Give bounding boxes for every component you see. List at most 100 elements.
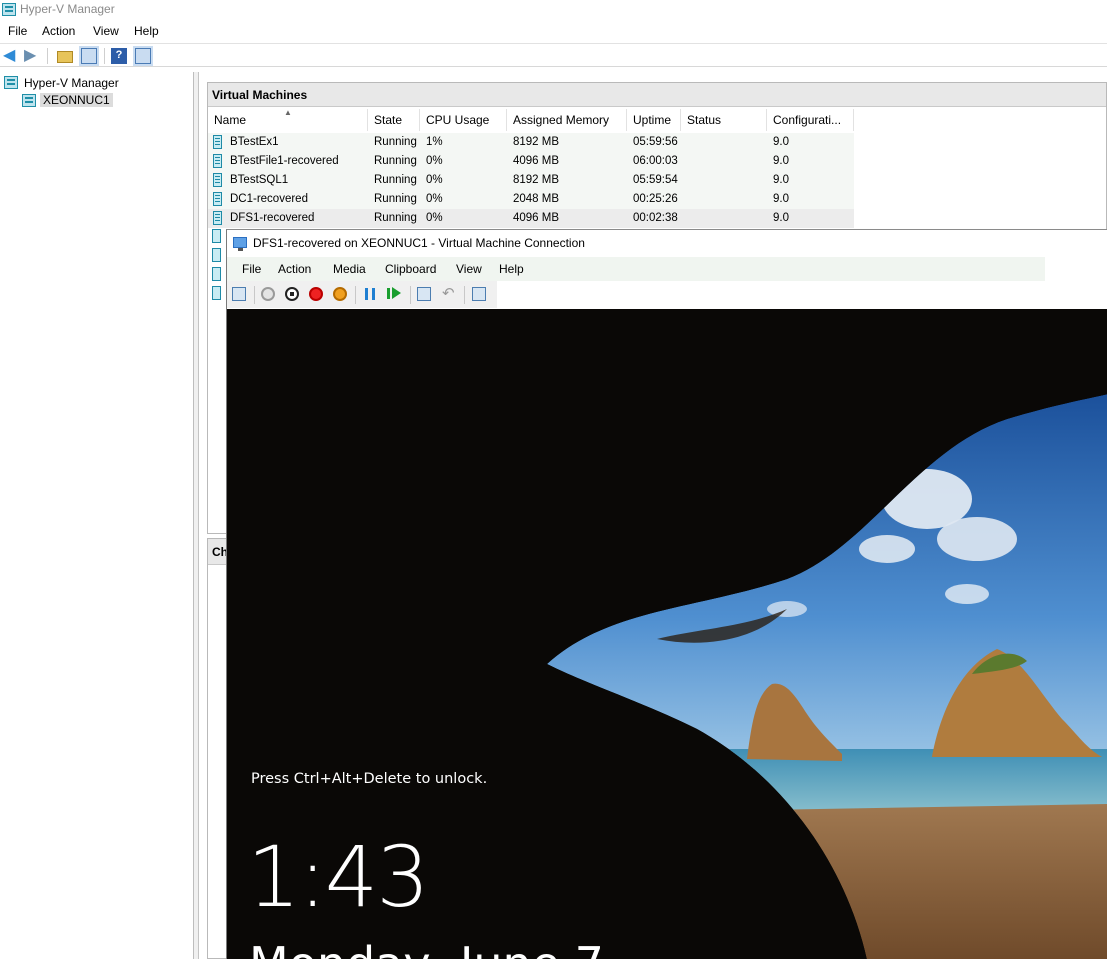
vm-memory: 4096 MB: [513, 212, 560, 224]
vm-uptime: 00:25:26: [633, 193, 678, 205]
table-row-selected[interactable]: DFS1-recovered Running 0% 4096 MB 00:02:…: [208, 209, 854, 228]
console-tree: Hyper-V Manager XEONNUC1: [0, 72, 194, 959]
ctrl-alt-del-icon[interactable]: [232, 287, 246, 301]
vmc-menu-view[interactable]: View: [456, 262, 482, 276]
virtual-machines-title: Virtual Machines: [212, 88, 308, 102]
vm-uptime: 05:59:56: [633, 136, 678, 148]
vm-name: BTestSQL1: [230, 174, 289, 186]
vm-cpu: 0%: [426, 193, 443, 205]
vm-screen[interactable]: Press Ctrl+Alt+Delete to unlock. 1:43 Mo…: [227, 309, 1107, 959]
vm-icon: [213, 135, 222, 149]
table-row[interactable]: BTestEx1 Running 1% 8192 MB 05:59:56 9.0: [208, 133, 854, 152]
vm-cpu: 0%: [426, 212, 443, 224]
action-pane-icon[interactable]: [135, 48, 151, 64]
column-status[interactable]: Status: [681, 109, 767, 131]
menu-help[interactable]: Help: [134, 24, 159, 38]
server-icon: [22, 94, 36, 107]
vm-connection-title: DFS1-recovered on XEONNUC1 - Virtual Mac…: [253, 236, 585, 250]
vm-connection-title-bar: DFS1-recovered on XEONNUC1 - Virtual Mac…: [227, 230, 1107, 256]
vm-connection-icon: [233, 237, 247, 251]
vm-name: DC1-recovered: [230, 193, 308, 205]
vm-name: DFS1-recovered: [230, 212, 315, 224]
pause-icon[interactable]: [365, 288, 375, 300]
column-name[interactable]: Name: [208, 109, 368, 131]
forward-arrow-icon[interactable]: ▶: [24, 48, 40, 64]
vmc-menu-clipboard[interactable]: Clipboard: [385, 262, 436, 276]
vm-uptime: 00:02:38: [633, 212, 678, 224]
vm-uptime: 05:59:54: [633, 174, 678, 186]
vm-icon: [213, 173, 222, 187]
virtual-machines-header: Virtual Machines: [208, 83, 1106, 107]
checkpoint-icon[interactable]: [417, 287, 431, 301]
vm-memory: 2048 MB: [513, 193, 560, 205]
vm-memory: 8192 MB: [513, 174, 560, 186]
vm-state: Running: [374, 174, 417, 186]
vm-name: BTestFile1-recovered: [230, 155, 339, 167]
vm-state: Running: [374, 193, 417, 205]
checkpoints-header: Ch: [208, 539, 228, 565]
vm-icon: [213, 211, 222, 225]
menu-bar: File Action View Help: [0, 20, 1107, 42]
console-tree-icon[interactable]: [81, 48, 97, 64]
help-icon[interactable]: ?: [111, 48, 127, 64]
resume-icon[interactable]: [392, 287, 401, 299]
start-icon[interactable]: [261, 287, 275, 301]
vm-config: 9.0: [773, 212, 789, 224]
vm-cpu: 0%: [426, 174, 443, 186]
vm-icon: [212, 286, 221, 300]
column-cpu-usage[interactable]: CPU Usage: [420, 109, 507, 131]
vm-connection-window: DFS1-recovered on XEONNUC1 - Virtual Mac…: [226, 229, 1107, 959]
lock-screen-date: Monday, June 7: [249, 934, 604, 959]
vmc-menu-file[interactable]: File: [242, 262, 261, 276]
vm-config: 9.0: [773, 155, 789, 167]
resume-bar-icon: [387, 288, 390, 299]
vm-config: 9.0: [773, 193, 789, 205]
vm-uptime: 06:00:03: [633, 155, 678, 167]
turn-off-icon[interactable]: [285, 287, 299, 301]
vm-state: Running: [374, 155, 417, 167]
menu-file[interactable]: File: [8, 24, 27, 38]
title-bar: Hyper-V Manager: [0, 0, 1107, 20]
table-row[interactable]: BTestSQL1 Running 0% 8192 MB 05:59:54 9.…: [208, 171, 854, 190]
column-uptime[interactable]: Uptime: [627, 109, 681, 131]
checkpoints-panel: Ch: [207, 538, 228, 959]
column-headers: Name State CPU Usage Assigned Memory Upt…: [208, 109, 1106, 131]
tree-node-server[interactable]: XEONNUC1: [40, 93, 113, 107]
vmc-menu-help[interactable]: Help: [499, 262, 524, 276]
shut-down-icon[interactable]: [309, 287, 323, 301]
vm-icon: [213, 154, 222, 168]
hyperv-root-icon: [4, 76, 18, 89]
unlock-prompt: Press Ctrl+Alt+Delete to unlock.: [251, 771, 488, 787]
tree-node-hyperv-manager[interactable]: Hyper-V Manager: [24, 76, 119, 90]
vm-icon: [212, 267, 221, 281]
back-arrow-icon[interactable]: ◀: [3, 48, 19, 64]
vm-config: 9.0: [773, 136, 789, 148]
lock-screen-time: 1:43: [247, 828, 430, 926]
vmc-menu-action[interactable]: Action: [278, 262, 311, 276]
revert-icon[interactable]: ↶: [442, 284, 455, 302]
vm-name: BTestEx1: [230, 136, 279, 148]
folder-up-icon[interactable]: [57, 51, 73, 63]
vm-memory: 8192 MB: [513, 136, 560, 148]
vm-icon: [212, 229, 221, 243]
column-assigned-memory[interactable]: Assigned Memory: [507, 109, 627, 131]
vm-icon: [212, 248, 221, 262]
vm-cpu: 0%: [426, 155, 443, 167]
enhanced-session-icon[interactable]: [472, 287, 486, 301]
save-state-icon[interactable]: [333, 287, 347, 301]
window-title: Hyper-V Manager: [20, 2, 115, 16]
toolbar: ◀ ▶ ?: [0, 43, 1107, 67]
vm-state: Running: [374, 136, 417, 148]
table-row[interactable]: DC1-recovered Running 0% 2048 MB 00:25:2…: [208, 190, 854, 209]
hyperv-manager-icon: [2, 3, 16, 16]
vm-config: 9.0: [773, 174, 789, 186]
table-row[interactable]: BTestFile1-recovered Running 0% 4096 MB …: [208, 152, 854, 171]
vm-connection-menu-bar: File Action Media Clipboard View Help: [227, 257, 1045, 281]
hyperv-manager-window: Hyper-V Manager File Action View Help ◀ …: [0, 0, 1107, 959]
column-configuration[interactable]: Configurati...: [767, 109, 854, 131]
vm-icon: [213, 192, 222, 206]
menu-view[interactable]: View: [93, 24, 119, 38]
column-state[interactable]: State: [368, 109, 420, 131]
menu-action[interactable]: Action: [42, 24, 75, 38]
vmc-menu-media[interactable]: Media: [333, 262, 366, 276]
